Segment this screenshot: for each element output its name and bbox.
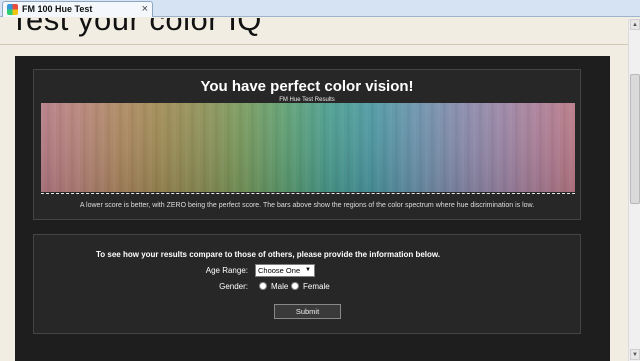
page-title: Test your color IQ xyxy=(10,18,262,37)
results-title: You have perfect color vision! xyxy=(200,78,414,95)
age-range-label: Age Range: xyxy=(205,266,248,275)
heading-divider xyxy=(0,44,628,45)
demographics-form: To see how your results compare to those… xyxy=(33,234,581,334)
gender-label: Gender: xyxy=(219,282,248,291)
male-label: Male xyxy=(271,282,289,291)
age-range-value: Choose One xyxy=(258,266,301,275)
hue-spectrum-chart xyxy=(41,103,575,192)
submit-button[interactable]: Submit xyxy=(274,304,341,319)
close-icon[interactable]: × xyxy=(142,2,148,16)
color-wheel-icon xyxy=(7,4,18,15)
scroll-up-icon[interactable]: ▲ xyxy=(630,19,640,30)
male-radio[interactable] xyxy=(259,282,267,290)
browser-tab-bar: FM 100 Hue Test × xyxy=(0,0,640,17)
results-box: You have perfect color vision! FM Hue Te… xyxy=(33,69,581,220)
age-range-select[interactable]: Choose One ▼ xyxy=(255,264,315,277)
female-label: Female xyxy=(303,282,330,291)
scroll-down-icon[interactable]: ▼ xyxy=(630,349,640,360)
chart-baseline xyxy=(41,193,575,194)
page-content: Test your color IQ You have perfect colo… xyxy=(0,18,628,361)
tab-title: FM 100 Hue Test xyxy=(22,4,93,14)
test-panel: You have perfect color vision! FM Hue Te… xyxy=(15,56,610,361)
chevron-down-icon: ▼ xyxy=(305,267,311,273)
female-radio[interactable] xyxy=(291,282,299,290)
results-note: A lower score is better, with ZERO being… xyxy=(79,202,535,209)
form-intro: To see how your results compare to those… xyxy=(96,250,441,259)
vertical-scrollbar[interactable]: ▲ ▼ xyxy=(628,18,640,361)
browser-tab[interactable]: FM 100 Hue Test × xyxy=(2,1,153,17)
scrollbar-thumb[interactable] xyxy=(630,74,640,204)
